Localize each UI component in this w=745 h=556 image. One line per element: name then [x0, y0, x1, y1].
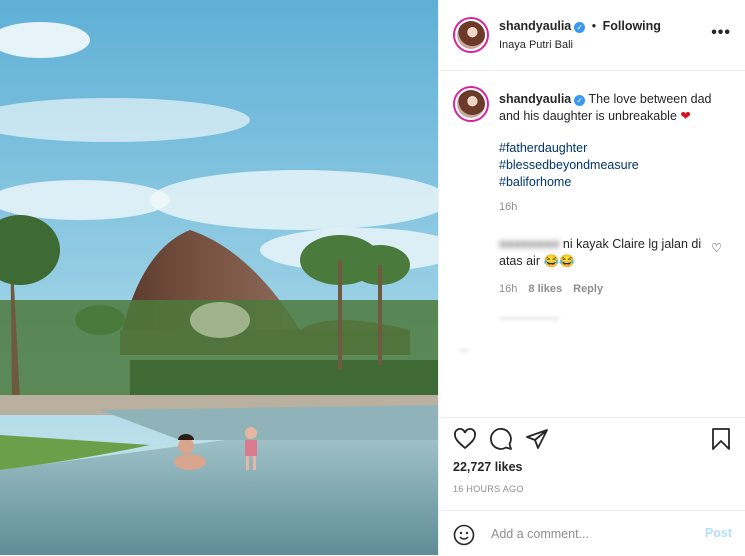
location-link[interactable]: Inaya Putri Bali — [499, 39, 573, 51]
emoji-icon[interactable] — [453, 524, 475, 546]
blurred-comment — [499, 317, 559, 320]
post-timestamp[interactable]: 16 HOURS AGO — [453, 484, 524, 494]
caption-username[interactable]: shandyaulia — [499, 92, 571, 106]
separator: • — [591, 19, 597, 33]
header-user-line: shandyaulia ✓ • Following — [499, 19, 661, 33]
header-username[interactable]: shandyaulia — [499, 19, 571, 33]
hashtag-link[interactable]: #baliforhome — [499, 174, 639, 191]
heart-emoji: ❤ — [680, 109, 691, 123]
add-comment-bar: Post — [439, 510, 745, 556]
post-actions: 22,727 likes 16 HOURS AGO Post — [439, 417, 745, 555]
caption-avatar[interactable] — [453, 86, 489, 122]
verified-icon: ✓ — [574, 95, 586, 106]
blurred-comment — [459, 349, 469, 352]
comment-meta: 16h 8 likes Reply — [499, 283, 603, 295]
avatar[interactable] — [453, 17, 489, 53]
share-icon[interactable] — [525, 427, 549, 451]
post-photo[interactable] — [0, 0, 438, 555]
comment: ■■■■■■■■ ni kayak Claire lg jalan di ata… — [499, 236, 719, 270]
hashtag-link[interactable]: #fatherdaughter — [499, 140, 639, 157]
comments-area: shandyaulia ✓ The love between dad and hi… — [439, 71, 745, 417]
reply-button[interactable]: Reply — [573, 283, 603, 295]
verified-icon: ✓ — [574, 22, 586, 33]
heart-icon[interactable] — [453, 427, 477, 451]
comment-like-icon[interactable]: ♡ — [711, 241, 722, 255]
comment-time[interactable]: 16h — [499, 283, 517, 295]
caption: shandyaulia ✓ The love between dad and hi… — [499, 91, 731, 125]
following-button[interactable]: Following — [603, 19, 661, 33]
comment-likes[interactable]: 8 likes — [528, 283, 562, 295]
post-modal: shandyaulia ✓ • Following Inaya Putri Bal… — [0, 0, 745, 555]
bookmark-icon[interactable] — [710, 427, 732, 451]
caption-time[interactable]: 16h — [499, 201, 517, 213]
hashtags: #fatherdaughter #blessedbeyondmeasure #b… — [499, 140, 639, 191]
hashtag-link[interactable]: #blessedbeyondmeasure — [499, 157, 639, 174]
post-header: shandyaulia ✓ • Following Inaya Putri Bal… — [439, 0, 745, 71]
comment-icon[interactable] — [489, 427, 513, 451]
post-sidebar: shandyaulia ✓ • Following Inaya Putri Bal… — [438, 0, 745, 555]
more-horizontal-icon[interactable]: ••• — [711, 24, 731, 42]
likes-count[interactable]: 22,727 likes — [453, 460, 523, 474]
comment-input[interactable] — [491, 523, 681, 545]
blurred-commenter: ■■■■■■■■ — [499, 237, 560, 251]
post-button[interactable]: Post — [705, 526, 732, 540]
action-icons — [453, 427, 549, 451]
